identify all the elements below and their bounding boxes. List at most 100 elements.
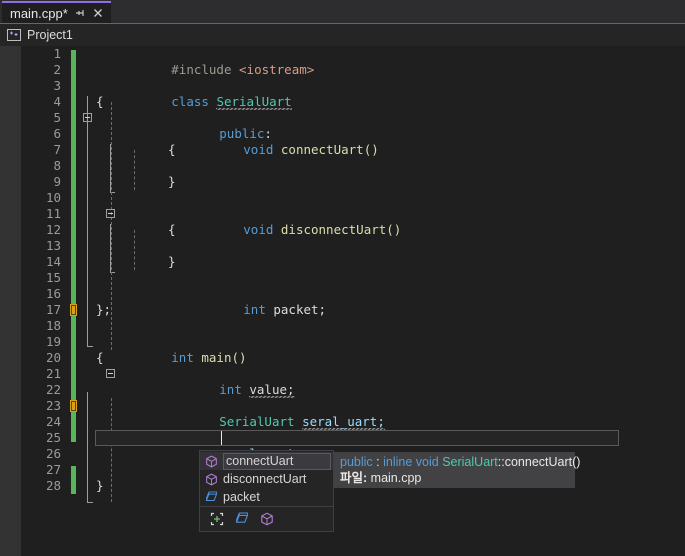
tooltip-signature-line: public : inline void SerialUart::connect…	[340, 454, 580, 470]
all-members-filter-icon[interactable]	[210, 512, 224, 526]
field-icon	[204, 490, 218, 504]
completion-list[interactable]: connectUart disconnectUart packet	[200, 451, 333, 506]
line-number: 21	[45, 366, 61, 381]
code-line[interactable]: 12 {	[21, 222, 685, 238]
line-number: 20	[45, 350, 61, 365]
code-line[interactable]: 4 {	[21, 94, 685, 110]
completion-item-label: connectUart	[223, 452, 331, 470]
line-content: {	[96, 350, 104, 366]
line-number: 6	[53, 126, 61, 141]
token-brace-open: {	[96, 350, 104, 365]
code-line[interactable]: 7 {	[21, 142, 685, 158]
editor-tab-main-cpp[interactable]: main.cpp*	[2, 1, 111, 23]
code-line[interactable]: 17 };	[21, 302, 685, 318]
line-number: 3	[53, 78, 61, 93]
completion-filter-bar[interactable]	[200, 506, 333, 531]
line-number: 1	[53, 46, 61, 61]
completion-item-disconnectUart[interactable]: disconnectUart	[200, 470, 333, 488]
line-number: 8	[53, 158, 61, 173]
code-line[interactable]: 11 void disconnectUart()	[21, 206, 685, 378]
line-number: 2	[53, 62, 61, 77]
token-brace-open: {	[168, 142, 176, 157]
line-number: 16	[45, 286, 61, 301]
editor-tab-label: main.cpp*	[10, 5, 68, 21]
pin-icon[interactable]	[74, 7, 86, 19]
code-line[interactable]: 1 #include <iostream>	[21, 46, 685, 77]
code-line[interactable]: 18	[21, 318, 685, 334]
code-line[interactable]: 21 int value;	[21, 366, 685, 398]
line-number: 24	[45, 414, 61, 429]
editor-left-margin	[0, 46, 21, 556]
line-number: 13	[45, 238, 61, 253]
line-content: }	[96, 478, 104, 494]
token-brace-close: }	[168, 174, 176, 189]
line-number: 7	[53, 142, 61, 157]
completion-item-label: disconnectUart	[223, 471, 307, 486]
line-number: 22	[45, 382, 61, 397]
line-number: 23	[45, 398, 61, 413]
token-brace-open: {	[96, 94, 104, 109]
line-number: 10	[45, 190, 61, 205]
line-number: 19	[45, 334, 61, 349]
text-caret	[221, 431, 222, 445]
tooltip-member-name: ::connectUart()	[497, 455, 581, 469]
code-line[interactable]: 20 {	[21, 350, 685, 366]
code-line[interactable]: 13	[21, 238, 685, 254]
fold-end-main	[87, 502, 93, 503]
close-icon[interactable]	[92, 7, 104, 19]
line-number: 14	[45, 254, 61, 269]
code-line[interactable]: 15	[21, 270, 685, 286]
tooltip-access-modifier: public	[340, 455, 373, 469]
intellisense-completion-popup[interactable]: connectUart disconnectUart packet	[199, 450, 334, 532]
line-content: {	[168, 142, 176, 158]
tooltip-modifiers: inline void	[383, 455, 439, 469]
code-line[interactable]: 8	[21, 158, 685, 174]
editor-tab-strip: main.cpp*	[0, 0, 685, 24]
navigation-bar: Project1	[0, 24, 685, 46]
quick-info-tooltip: public : inline void SerialUart::connect…	[334, 452, 580, 488]
line-number: 11	[45, 206, 61, 221]
code-line[interactable]: 5 public:	[21, 110, 685, 141]
tooltip-file-label: 파일:	[340, 471, 368, 485]
method-icon	[204, 454, 218, 468]
code-line[interactable]: 23 SerialUart seral_uart;	[21, 398, 685, 430]
completion-item-label: packet	[223, 489, 260, 504]
line-number: 18	[45, 318, 61, 333]
line-number: 17	[45, 302, 61, 317]
line-content: }	[168, 254, 176, 270]
methods-filter-icon[interactable]	[260, 512, 274, 526]
token-brace-close: }	[168, 254, 176, 269]
cpp-project-icon	[7, 28, 21, 42]
code-line[interactable]: 14 }	[21, 254, 685, 270]
line-number: 4	[53, 94, 61, 109]
method-icon	[204, 472, 218, 486]
token-brace-close: }	[96, 478, 104, 493]
line-number: 28	[45, 478, 61, 493]
line-number: 25	[45, 430, 61, 445]
line-content: {	[96, 94, 104, 110]
code-line[interactable]: 2	[21, 62, 685, 78]
line-number: 9	[53, 174, 61, 189]
code-line[interactable]: 22	[21, 382, 685, 398]
line-content: {	[168, 222, 176, 238]
fields-filter-icon[interactable]	[235, 512, 249, 526]
tooltip-class-name: SerialUart	[442, 455, 498, 469]
token-class-end: };	[96, 302, 112, 317]
tooltip-file-line: 파일: main.cpp	[340, 470, 569, 486]
code-line-current[interactable]: 25 seral_uart.	[21, 430, 685, 461]
line-number: 27	[45, 462, 61, 477]
line-content: }	[168, 174, 176, 190]
code-line[interactable]: 16 int packet;	[21, 286, 685, 317]
code-line[interactable]: 19 int main()	[21, 334, 685, 365]
code-line[interactable]: 9 }	[21, 174, 685, 190]
line-number: 12	[45, 222, 61, 237]
tooltip-file-value: main.cpp	[370, 471, 422, 485]
completion-item-connectUart[interactable]: connectUart	[200, 452, 333, 470]
code-line[interactable]: 3 class SerialUart	[21, 78, 685, 122]
breadcrumb-project-label[interactable]: Project1	[27, 28, 73, 42]
line-number: 15	[45, 270, 61, 285]
code-line[interactable]: 24	[21, 414, 685, 430]
code-line[interactable]: 10	[21, 190, 685, 206]
code-line[interactable]: 6 void connectUart()	[21, 126, 685, 218]
completion-item-packet[interactable]: packet	[200, 488, 333, 506]
